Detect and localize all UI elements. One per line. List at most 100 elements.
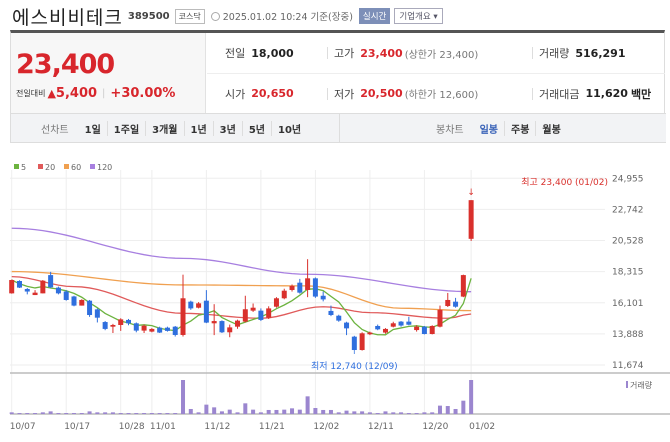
volume-bar [383, 411, 388, 414]
volume-bar [157, 413, 162, 414]
candle [336, 315, 342, 321]
volume-bar [453, 408, 458, 414]
candle [196, 303, 202, 308]
volume-bar [110, 412, 115, 414]
volume-bar [360, 411, 365, 414]
x-tick-label: 11/21 [259, 422, 285, 432]
candle [164, 327, 170, 331]
volume-bar [48, 411, 53, 414]
candle [16, 280, 22, 288]
volume-bar [56, 413, 61, 414]
candle [359, 333, 365, 351]
y-tick-label: 16,101 [612, 299, 644, 309]
volume-bar [227, 409, 232, 414]
volume-bar [196, 412, 201, 414]
candle [328, 310, 334, 316]
volume-bar [399, 412, 404, 414]
y-tick-label: 20,528 [612, 237, 644, 247]
candle [453, 301, 459, 307]
volume-bar [165, 413, 170, 414]
x-tick-label: 12/02 [313, 422, 339, 432]
candle [32, 292, 38, 296]
candle [273, 298, 279, 307]
candle [320, 295, 326, 300]
volume-bar [321, 409, 326, 414]
candle [421, 326, 427, 334]
candle [297, 282, 303, 293]
volume-bar [87, 411, 92, 414]
volume-bar [118, 413, 123, 414]
x-tick-label: 01/02 [469, 422, 495, 432]
candle [157, 327, 163, 333]
volume-bar [422, 412, 427, 414]
candle [211, 321, 217, 324]
volume-bar [142, 413, 147, 414]
volume-bar [445, 406, 450, 414]
candle [406, 321, 412, 325]
volume-bar [290, 408, 295, 414]
legend-swatch-ma120 [90, 164, 95, 169]
candle [126, 319, 132, 324]
legend-label-ma120: 120 [97, 163, 112, 172]
legend-swatch-ma60 [64, 164, 69, 169]
candle [375, 325, 381, 330]
volume-bar [430, 412, 435, 414]
volume-bar [204, 404, 209, 414]
legend-label-ma60: 60 [71, 163, 81, 172]
volume-bar [406, 413, 411, 414]
x-tick-label: 12/20 [422, 422, 448, 432]
volume-bar [266, 409, 271, 414]
volume-bar [282, 409, 287, 414]
volume-bar [149, 413, 154, 414]
x-tick-label: 11/12 [204, 422, 230, 432]
volume-bar [391, 412, 396, 414]
candle [250, 307, 256, 311]
volume-bar [243, 403, 248, 414]
volume-bar [103, 412, 108, 414]
volume-bar [95, 412, 100, 414]
volume-bar [212, 407, 217, 414]
x-tick-label: 10/28 [119, 422, 145, 432]
volume-bar [297, 409, 302, 414]
candle [367, 332, 373, 335]
candle [172, 326, 178, 335]
volume-bar [25, 413, 30, 414]
y-tick-label: 13,888 [612, 330, 644, 340]
x-tick-label: 11/01 [150, 422, 176, 432]
volume-bar [64, 413, 69, 414]
candle [40, 280, 46, 294]
candle [63, 291, 69, 300]
high-annotation: 최고 23,400 (01/02) [521, 177, 608, 188]
candle [437, 309, 443, 327]
volume-legend-label: 거래량 [630, 380, 653, 390]
candle [398, 321, 404, 326]
candle [258, 310, 264, 320]
volume-bar [313, 408, 318, 414]
candle [289, 285, 295, 290]
x-tick-label: 10/07 [10, 422, 36, 432]
y-tick-label: 22,742 [612, 205, 644, 215]
volume-bar [328, 409, 333, 414]
candle [227, 327, 233, 333]
legend-swatch-ma5 [14, 164, 19, 169]
candle [219, 321, 225, 333]
candle [468, 200, 474, 239]
volume-bar [336, 412, 341, 414]
volume-bar [40, 412, 45, 414]
volume-bar [71, 413, 76, 414]
volume-bar [469, 380, 474, 414]
y-tick-label: 11,674 [612, 361, 644, 371]
candle [203, 300, 209, 323]
legend-label-ma20: 20 [45, 163, 55, 172]
volume-bar [305, 396, 310, 414]
volume-bar [188, 408, 193, 414]
volume-bar [79, 413, 84, 414]
candle [266, 308, 272, 318]
x-tick-label: 12/11 [368, 422, 394, 432]
volume-bar [134, 413, 139, 414]
up-arrow-icon: ↑ [351, 347, 359, 357]
volume-bar [258, 412, 263, 414]
volume-bar [274, 409, 279, 414]
stock-chart: 24,955 22,742 20,528 18,315 16,101 13,888 11,6… [9, 163, 670, 432]
volume-bar [461, 400, 466, 414]
